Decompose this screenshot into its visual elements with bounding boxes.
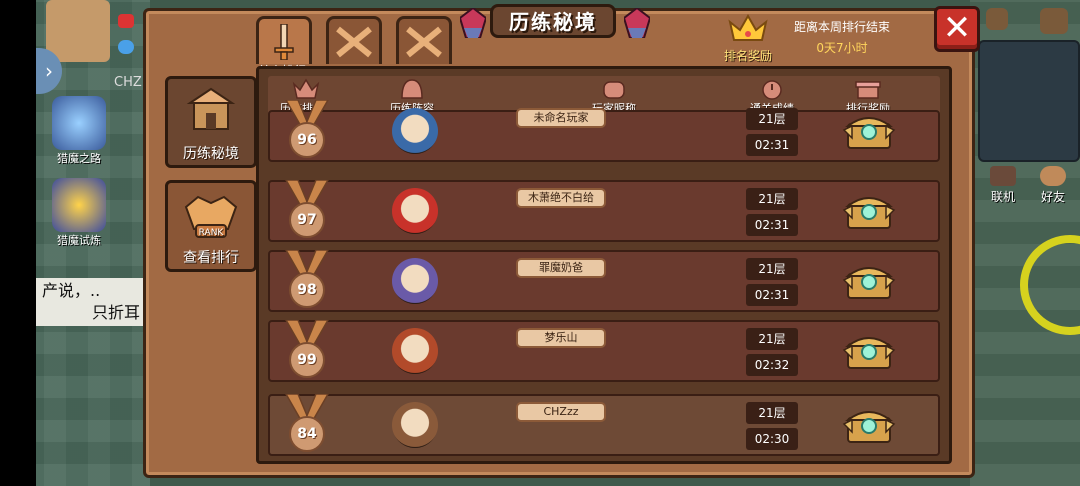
hero-sprite [46,0,110,62]
chat-line-1: 产说，.. [42,281,101,300]
side-tab-ranking[interactable]: RANK 查看排行 [165,180,257,272]
rank-medal-icon: 84 [282,394,332,456]
close-button[interactable]: ✕ [934,6,980,52]
rank-number: 97 [289,202,325,238]
chat-bubble[interactable]: 产说，.. 只折耳 [36,278,146,326]
crossed-swords-icon [406,26,442,57]
rank-badge-icon: RANK [184,195,238,238]
tab-team-rank-a[interactable] [326,16,382,64]
friends-icon [1040,166,1066,186]
reward-chest-icon[interactable] [842,330,896,372]
sword-icon [274,23,294,60]
multiplayer-icon [990,166,1016,186]
clear-time: 02:31 [746,284,798,306]
gift-icon [855,81,881,99]
floor-count: 21层 [746,258,798,280]
demon-trial-icon [52,178,106,232]
hero-avatar [392,188,438,234]
window-title: 历练秘境 [490,4,616,38]
floor-count: 21层 [746,108,798,130]
trophy-crown-icon [728,13,768,41]
player-nickname: CHZzz [516,402,606,422]
mana-icon [118,40,134,54]
countdown-value: 0天7小时 [816,41,868,55]
hero-avatar [392,258,438,304]
friends-label: 好友 [1040,190,1065,204]
multiplayer-button[interactable]: 联机 [990,166,1016,205]
rank-medal-icon: 96 [282,100,332,162]
friends-button[interactable]: 好友 [1040,166,1066,205]
add-icon[interactable] [986,8,1008,30]
hero-avatar [392,108,438,154]
side-tab-trial[interactable]: 历练秘境 [165,76,257,168]
rank-medal-icon: 99 [282,320,332,382]
clear-time: 02:31 [746,214,798,236]
rank-reward-label: 排名奖励 [723,49,772,63]
hero-avatar [392,402,438,448]
floor-count: 21层 [746,402,798,424]
menu-demon-trial-label: 猎魔试炼 [57,234,101,247]
player-nickname: 梦乐山 [516,328,606,348]
floor-count: 21层 [746,328,798,350]
rank-number: 99 [289,342,325,378]
tab-solo-rank[interactable] [256,16,312,64]
countdown-label: 距离本周排行结束 [793,20,890,34]
fist-icon [603,81,625,99]
player-nickname: 未命名玩家 [516,108,606,128]
rank-number: 84 [289,416,325,452]
floor-count: 21层 [746,188,798,210]
side-tab-trial-label: 历练秘境 [183,146,239,162]
svg-text:RANK: RANK [199,228,225,238]
menu-demon-path[interactable]: 猎魔之路 [44,96,114,166]
rank-number: 96 [289,122,325,158]
menu-demon-path-label: 猎魔之路 [57,152,101,165]
multiplayer-label: 联机 [990,190,1015,204]
helmet-icon [401,79,423,99]
rank-number: 98 [289,272,325,308]
my-ranking-row[interactable]: 84 CHZzz 21层 02:30 [268,394,940,456]
tab-team-rank-b[interactable] [396,16,452,64]
clear-time: 02:31 [746,134,798,156]
screen-edge [0,0,36,486]
clear-time: 02:32 [746,354,798,376]
rank-medal-icon: 98 [282,250,332,312]
rank-medal-icon: 97 [282,180,332,242]
hero-avatar [392,328,438,374]
banner-left-gem-icon [460,8,486,38]
demon-path-icon [52,96,106,150]
reward-chest-icon[interactable] [842,110,896,152]
ranking-row[interactable]: 96 未命名玩家 21层 02:31 [268,100,940,162]
timer-icon [762,80,782,100]
menu-demon-trial[interactable]: 猎魔试炼 [44,178,114,248]
reward-chest-icon[interactable] [842,404,896,446]
world-player-name: CHZ [114,75,142,90]
shrine-icon [186,87,236,130]
ranking-row[interactable]: 99 梦乐山 21层 02:32 [268,320,940,382]
ranking-row[interactable]: 98 罪魔奶爸 21层 02:31 [268,250,940,312]
player-nickname: 木萧绝不白给 [516,188,606,208]
ranking-row[interactable]: 97 木萧绝不白给 21层 02:31 [268,180,940,242]
week-countdown: 距离本周排行结束 0天7小时 [782,18,902,56]
clear-time: 02:30 [746,428,798,450]
side-tab-ranking-label: 查看排行 [183,250,239,266]
banner-right-gem-icon [624,8,650,38]
reward-chest-icon[interactable] [842,260,896,302]
crossed-swords-icon [336,26,372,57]
minimap[interactable] [978,40,1080,162]
chat-line-2: 只折耳 [91,303,140,322]
rank-reward-button[interactable]: 排名奖励 [718,12,778,64]
reward-chest-icon[interactable] [842,190,896,232]
list-icon[interactable] [1040,8,1068,34]
crown-icon [292,78,320,99]
player-nickname: 罪魔奶爸 [516,258,606,278]
hp-heart-icon [118,14,134,28]
